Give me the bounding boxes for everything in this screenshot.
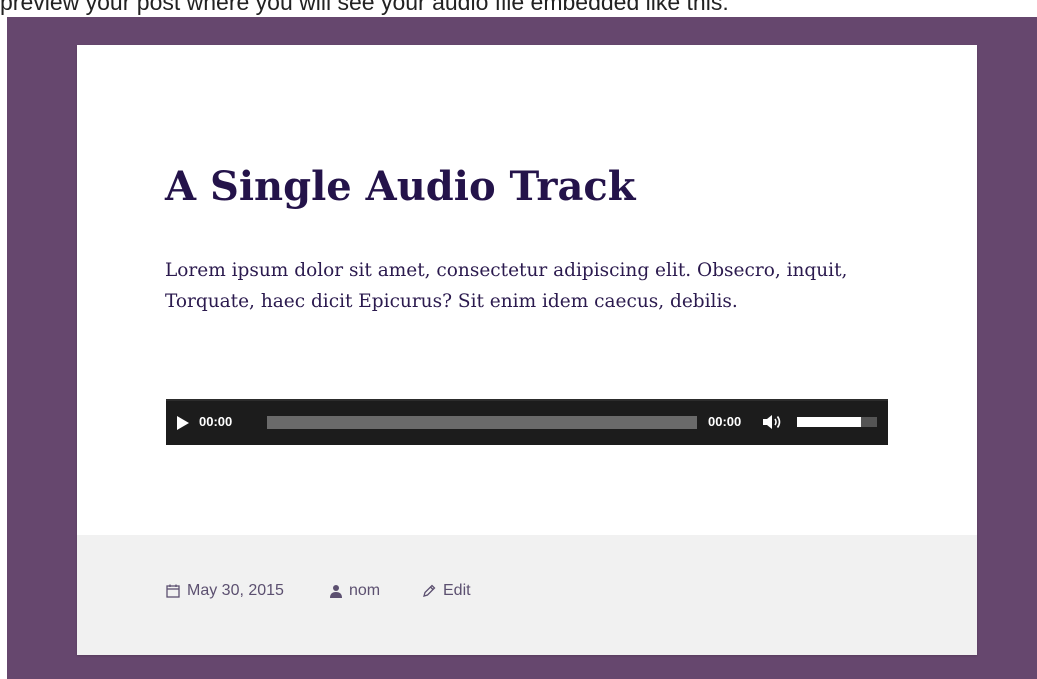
user-icon [330,585,342,598]
calendar-icon [166,584,180,598]
tutorial-caption: preview your post where you will see you… [0,0,729,15]
site-frame: A Single Audio Track Lorem ipsum dolor s… [7,17,1037,679]
edit-link[interactable]: Edit [422,580,471,602]
entry-footer: May 30, 2015 nom Edit [77,535,977,655]
post-title[interactable]: A Single Audio Track [165,163,635,211]
post-author-label: nom [349,582,381,599]
post-author[interactable]: nom [330,580,380,602]
current-time: 00:00 [199,414,233,429]
volume-slider[interactable] [797,417,877,427]
post-date-label: May 30, 2015 [187,582,284,599]
pencil-icon [423,584,436,597]
post-body: Lorem ipsum dolor sit amet, consectetur … [165,260,848,312]
audio-player: 00:00 00:00 [166,399,888,445]
volume-icon[interactable] [762,413,782,431]
duration-time: 00:00 [708,414,742,429]
edit-link-label: Edit [443,582,471,599]
post-date[interactable]: May 30, 2015 [166,580,284,602]
play-icon[interactable] [175,415,191,431]
volume-level [797,417,861,427]
progress-bar[interactable] [267,416,697,429]
post-card: A Single Audio Track Lorem ipsum dolor s… [77,45,977,655]
